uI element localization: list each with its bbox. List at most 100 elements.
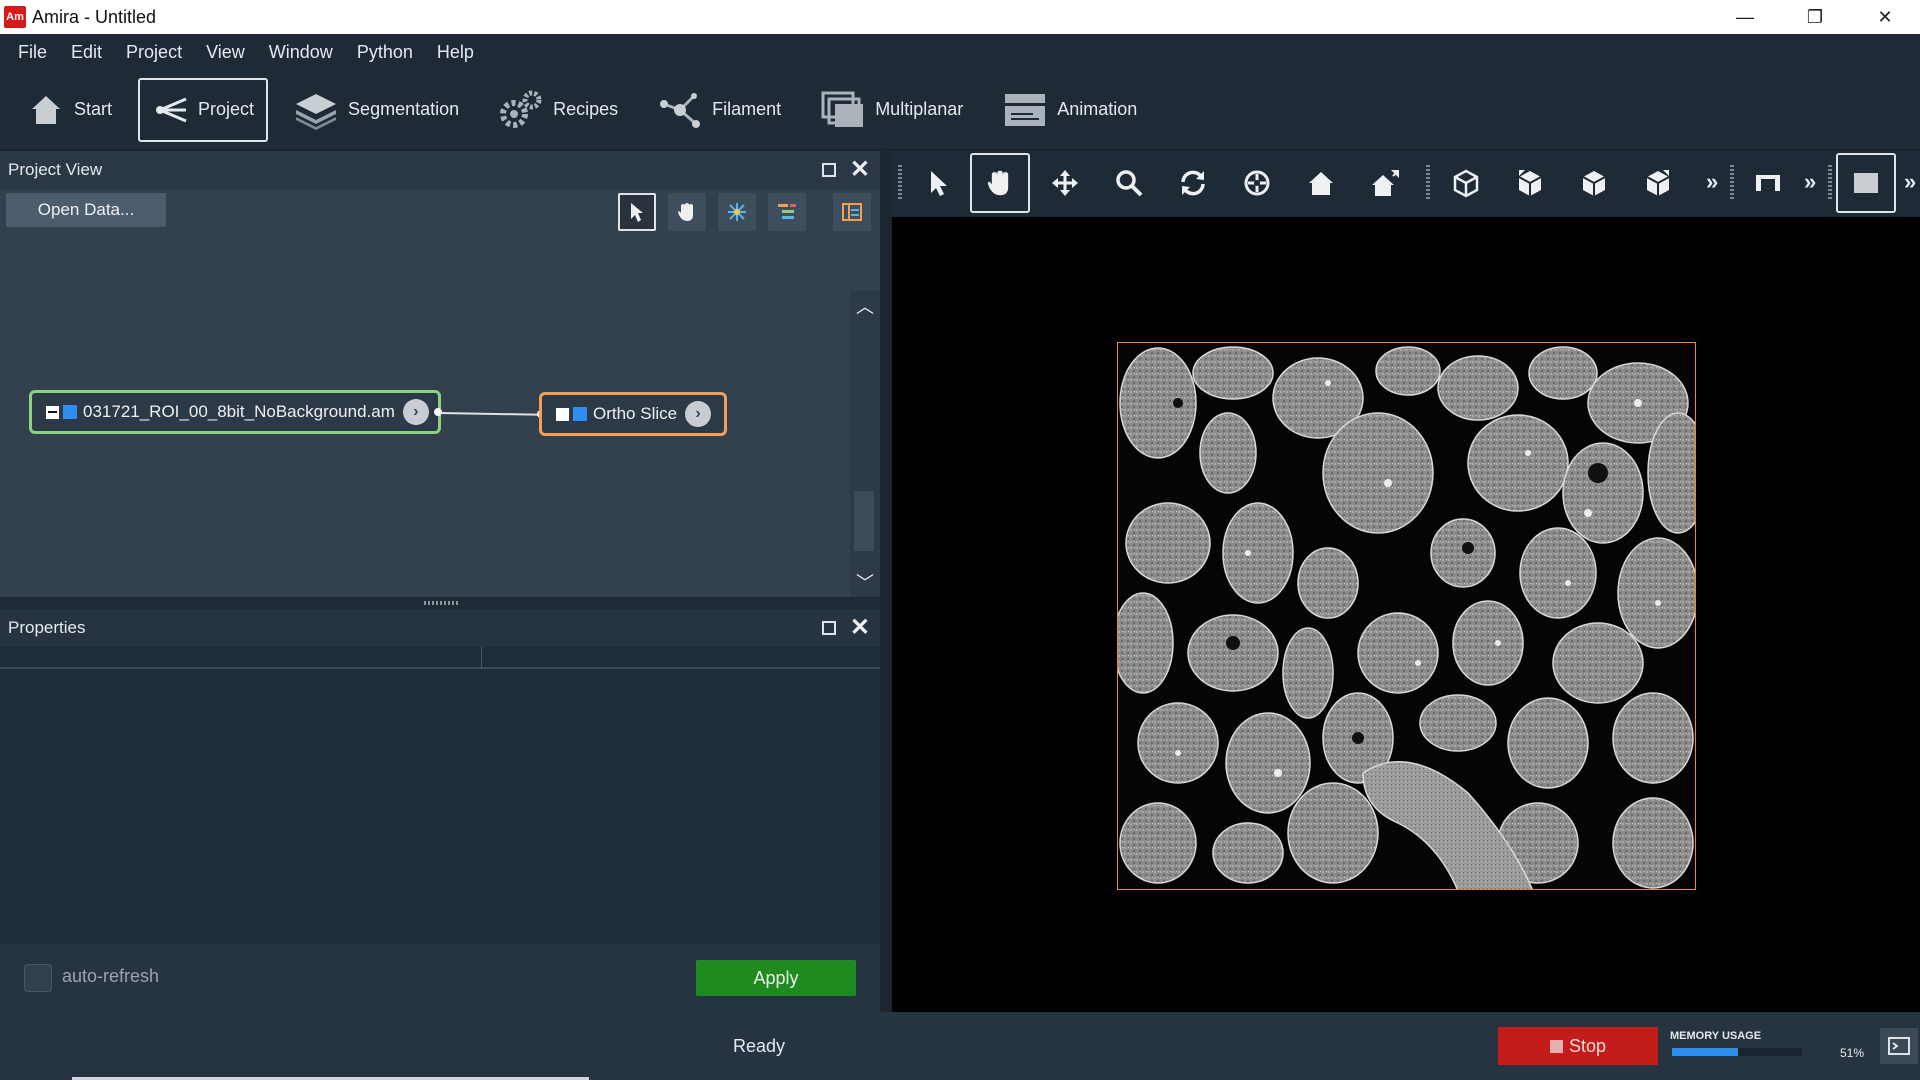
menu-project[interactable]: Project bbox=[114, 42, 194, 63]
menu-edit[interactable]: Edit bbox=[59, 42, 114, 63]
properties-panel: Properties ✕ auto-refresh Apply bbox=[0, 609, 880, 1012]
close-panel-icon[interactable]: ✕ bbox=[850, 616, 870, 640]
restore-button[interactable]: ❐ bbox=[1780, 0, 1850, 34]
scroll-up-icon[interactable]: ︿ bbox=[850, 291, 880, 321]
maximize-panel-icon[interactable] bbox=[821, 621, 836, 635]
workroom-multiplanar-label: Multiplanar bbox=[875, 99, 964, 119]
view-top-button[interactable] bbox=[1628, 153, 1688, 213]
workroom-segmentation[interactable]: Segmentation bbox=[280, 78, 473, 142]
view-front-icon bbox=[1518, 170, 1542, 196]
scroll-down-icon[interactable]: ﹀ bbox=[850, 567, 880, 597]
more-layout-icon[interactable]: » bbox=[1804, 169, 1816, 195]
memory-usage-fill bbox=[1672, 1048, 1739, 1056]
data-node-label: 031721_ROI_00_8bit_NoBackground.am bbox=[83, 402, 395, 421]
view-front-button[interactable] bbox=[1500, 153, 1560, 213]
single-viewer-icon bbox=[1854, 173, 1878, 193]
project-view-scrollbar[interactable]: ︿ ﹀ bbox=[850, 291, 880, 597]
memory-usage-label: MEMORY USAGE bbox=[1670, 1030, 1762, 1042]
workroom-animation[interactable]: Animation bbox=[989, 78, 1151, 142]
workroom-start[interactable]: Start bbox=[14, 78, 126, 142]
hand-icon bbox=[987, 170, 1009, 196]
open-data-button[interactable]: Open Data... bbox=[6, 193, 166, 227]
properties-columns bbox=[0, 647, 880, 669]
properties-header: Properties ✕ bbox=[0, 609, 880, 647]
more-tools-icon[interactable]: » bbox=[1706, 169, 1718, 195]
visibility-toggle[interactable] bbox=[556, 407, 569, 421]
window-title: Amira - Untitled bbox=[32, 6, 157, 27]
zoom-tool-button[interactable] bbox=[1099, 153, 1159, 213]
seek-tool-button[interactable] bbox=[1227, 153, 1287, 213]
workroom-filament[interactable]: Filament bbox=[644, 78, 795, 142]
project-view-header: Project View ✕ bbox=[0, 151, 880, 189]
menu-python[interactable]: Python bbox=[345, 42, 425, 63]
select-tool-button[interactable] bbox=[908, 153, 968, 213]
scroll-thumb[interactable] bbox=[854, 491, 874, 551]
menu-file[interactable]: File bbox=[6, 42, 59, 63]
panel-splitter[interactable] bbox=[0, 597, 880, 609]
title-bar: Am Amira - Untitled — ❐ ✕ bbox=[0, 0, 1920, 34]
workroom-project[interactable]: Project bbox=[138, 77, 269, 142]
tree-view-button[interactable] bbox=[768, 193, 806, 231]
view-side-button[interactable] bbox=[1564, 153, 1624, 213]
hand-tool-button[interactable] bbox=[970, 153, 1030, 213]
close-panel-icon[interactable]: ✕ bbox=[850, 158, 870, 182]
hand-tool-button[interactable] bbox=[668, 193, 706, 231]
visibility-toggle[interactable] bbox=[46, 405, 59, 419]
splitter-grip[interactable] bbox=[424, 601, 460, 605]
move-icon bbox=[1052, 170, 1078, 196]
tree-view-icon bbox=[778, 204, 796, 219]
workroom-multiplanar[interactable]: Multiplanar bbox=[807, 78, 977, 142]
gears-icon bbox=[500, 90, 542, 128]
menu-window[interactable]: Window bbox=[257, 42, 345, 63]
home-view-button[interactable] bbox=[1291, 153, 1351, 213]
minimize-button[interactable]: — bbox=[1710, 0, 1780, 34]
node-connection bbox=[439, 412, 543, 416]
node-expand-arrow-icon[interactable]: › bbox=[685, 401, 712, 427]
home-icon bbox=[32, 95, 60, 124]
layout-button[interactable] bbox=[1738, 153, 1798, 213]
layout-icon bbox=[1756, 175, 1780, 191]
stop-button[interactable]: Stop bbox=[1498, 1027, 1658, 1065]
console-icon bbox=[1888, 1037, 1910, 1055]
column-divider[interactable] bbox=[481, 647, 482, 669]
pointer-tool-icon bbox=[631, 203, 643, 222]
clapper-icon bbox=[1005, 93, 1046, 126]
viewer-toolbar: » » » bbox=[892, 151, 1920, 217]
console-button[interactable] bbox=[1880, 1028, 1918, 1064]
filament-icon bbox=[660, 92, 701, 128]
close-window-button[interactable]: ✕ bbox=[1850, 0, 1920, 34]
hand-tool-icon bbox=[678, 203, 693, 221]
view-cube-icon bbox=[1453, 169, 1479, 198]
project-graph[interactable]: 031721_ROI_00_8bit_NoBackground.am › Ort… bbox=[0, 233, 850, 597]
workroom-recipes[interactable]: Recipes bbox=[485, 78, 632, 142]
menu-help[interactable]: Help bbox=[425, 42, 486, 63]
3d-viewer[interactable] bbox=[892, 217, 1920, 1012]
panel-layout-button[interactable] bbox=[833, 193, 871, 231]
home-icon bbox=[1309, 172, 1333, 195]
rotate-icon bbox=[1181, 170, 1205, 196]
workroom-toolbar: Start Project Segmentation Recipes Filam… bbox=[0, 70, 1920, 150]
pointer-tool-button[interactable] bbox=[618, 193, 656, 231]
data-object-node[interactable]: 031721_ROI_00_8bit_NoBackground.am › bbox=[29, 390, 441, 434]
rotate-tool-button[interactable] bbox=[1163, 153, 1223, 213]
set-home-button[interactable] bbox=[1355, 153, 1415, 213]
ortho-slice-image[interactable] bbox=[1117, 342, 1696, 890]
menu-view[interactable]: View bbox=[194, 42, 257, 63]
ortho-slice-node[interactable]: Ortho Slice › bbox=[539, 392, 727, 436]
toolbar-grip[interactable] bbox=[898, 165, 902, 201]
graph-layout-button[interactable] bbox=[718, 193, 756, 231]
maximize-panel-icon[interactable] bbox=[821, 163, 836, 177]
window-controls: — ❐ ✕ bbox=[1710, 0, 1920, 34]
module-node-label: Ortho Slice bbox=[593, 404, 678, 423]
node-expand-arrow-icon[interactable]: › bbox=[402, 399, 429, 425]
move-tool-button[interactable] bbox=[1035, 153, 1095, 213]
single-viewer-button[interactable] bbox=[1836, 153, 1896, 213]
view-all-button[interactable] bbox=[1436, 153, 1496, 213]
node-color-swatch bbox=[573, 407, 587, 421]
project-view-title: Project View bbox=[8, 160, 103, 179]
toolbar-separator bbox=[1426, 165, 1430, 201]
seek-icon bbox=[1244, 170, 1270, 196]
apply-button[interactable]: Apply bbox=[696, 960, 856, 996]
more-viewer-icon[interactable]: » bbox=[1904, 169, 1916, 195]
auto-refresh-checkbox[interactable] bbox=[24, 964, 52, 992]
